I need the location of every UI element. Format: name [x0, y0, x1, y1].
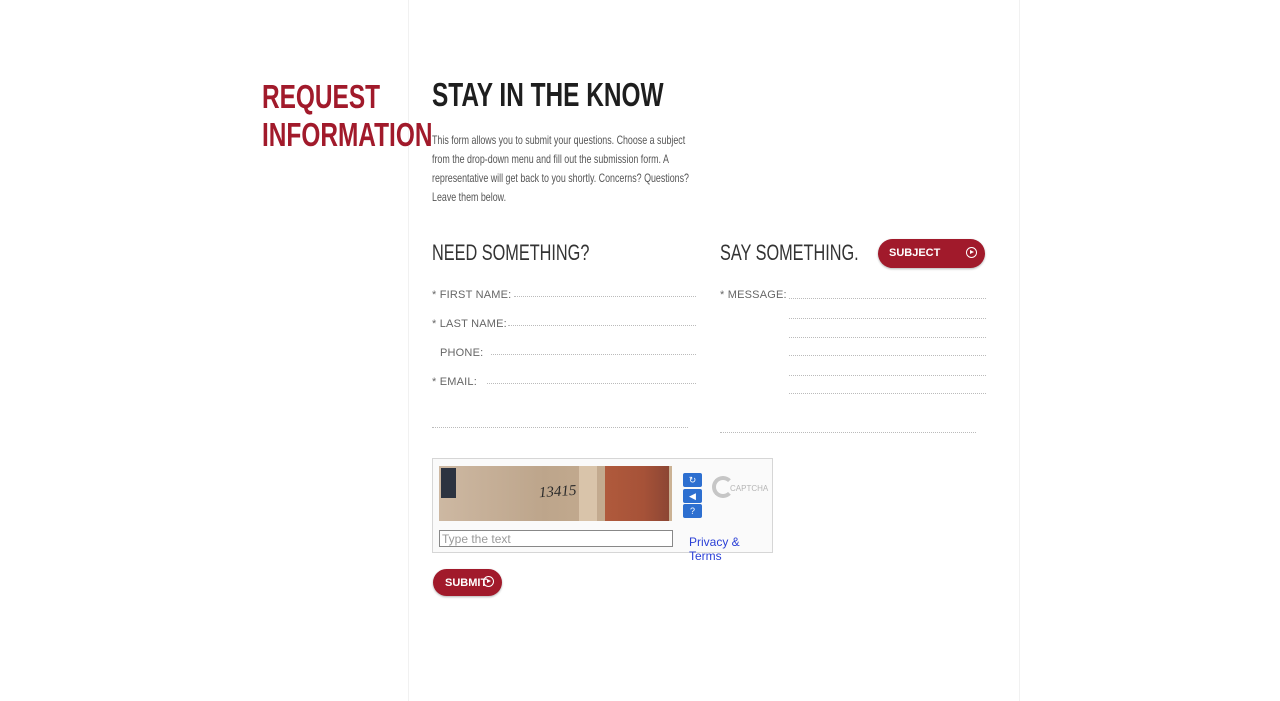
submit-arrow-icon [483, 576, 494, 587]
first-name-label: * FIRST NAME: [432, 289, 512, 301]
captcha-text-input[interactable] [439, 530, 673, 547]
first-name-field[interactable] [514, 296, 696, 297]
captcha-audio-button[interactable]: ◀ [683, 489, 702, 503]
help-icon: ? [689, 506, 695, 516]
contact-heading: NEED SOMETHING? [432, 241, 645, 265]
privacy-terms-link[interactable]: Privacy & Terms [689, 535, 772, 563]
page-title-text: STAY IN THE KNOW [432, 76, 664, 113]
last-name-label: * LAST NAME: [432, 318, 507, 330]
refresh-icon: ↻ [688, 475, 697, 485]
recaptcha-logo: CAPTCHA [712, 474, 768, 510]
page-title: STAY IN THE KNOW [432, 78, 745, 112]
phone-label: PHONE: [440, 347, 484, 359]
email-label: * EMAIL: [432, 376, 478, 388]
captcha-refresh-button[interactable]: ↻ [683, 473, 702, 487]
recaptcha-brand: CAPTCHA [730, 484, 769, 493]
message-line [789, 393, 986, 394]
subject-dropdown[interactable]: SUBJECT [878, 239, 985, 268]
submit-label: SUBMIT [445, 577, 488, 589]
captcha-window-dark [441, 468, 456, 498]
message-line [789, 298, 986, 299]
audio-icon: ◀ [689, 491, 696, 501]
captcha-door [605, 466, 669, 521]
sidebar-title-line1: REQUEST [262, 78, 381, 115]
message-line [789, 375, 986, 376]
sidebar-title-line2: INFORMATION [262, 116, 433, 153]
submit-button[interactable]: SUBMIT [433, 569, 502, 596]
column-divider-right [1019, 0, 1020, 701]
message-heading-text: SAY SOMETHING. [720, 240, 859, 265]
captcha-help-button[interactable]: ? [683, 504, 702, 518]
captcha-text: 13415 [538, 482, 577, 502]
phone-field[interactable] [491, 354, 696, 355]
message-line [789, 318, 986, 319]
message-label: * MESSAGE: [720, 289, 787, 301]
message-line [789, 355, 986, 356]
email-field[interactable] [487, 383, 696, 384]
captcha-image: 13415 [439, 466, 672, 521]
contact-section-divider [432, 427, 688, 428]
last-name-field[interactable] [508, 325, 696, 326]
intro-paragraph: This form allows you to submit your ques… [432, 131, 702, 207]
message-textarea[interactable] [789, 292, 986, 398]
subject-label: SUBJECT [889, 247, 941, 259]
captcha-widget: 13415 ↻ ◀ ? CAPTCHA Privacy & Terms [432, 458, 773, 563]
contact-heading-text: NEED SOMETHING? [432, 240, 590, 265]
captcha-post [579, 466, 597, 521]
message-line [789, 337, 986, 338]
message-section-divider [720, 432, 976, 433]
intro-text: This form allows you to submit your ques… [432, 133, 689, 204]
chevron-right-icon [966, 247, 977, 258]
